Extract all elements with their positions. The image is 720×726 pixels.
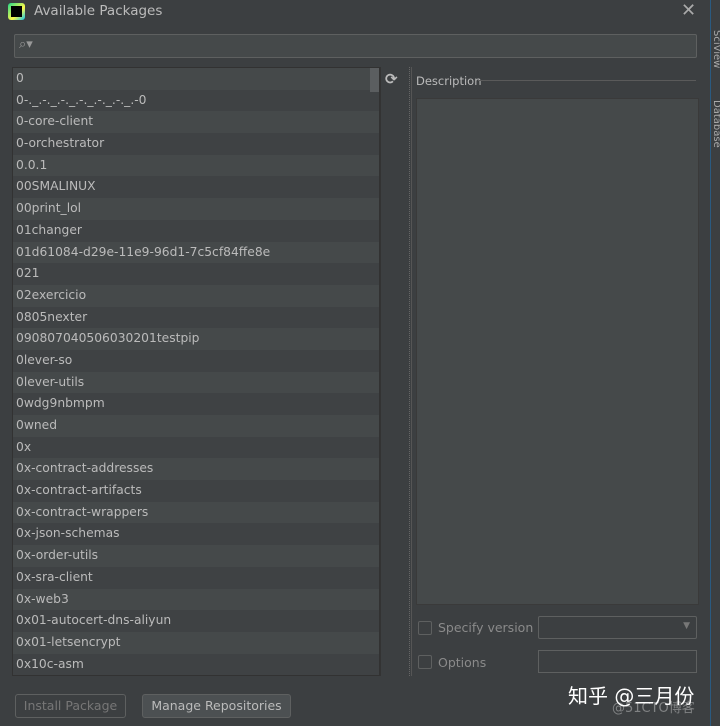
close-icon[interactable]: ✕ [681, 0, 696, 21]
package-list-item[interactable]: 0x-contract-addresses [13, 458, 379, 481]
package-list-item[interactable]: 02exercicio [13, 284, 379, 307]
side-tab-database[interactable]: Database [711, 100, 720, 148]
package-list-item[interactable]: 00print_lol [13, 198, 379, 220]
package-list-item[interactable]: 0x-json-schemas [13, 523, 379, 546]
list-toolbar [380, 67, 406, 676]
pycharm-logo-icon [8, 3, 25, 20]
package-list-item[interactable]: 01d61084-d29e-11e9-96d1-7c5cf84ffe8e [13, 241, 379, 264]
package-list-item[interactable]: 0-orchestrator [13, 133, 379, 155]
specify-version-label: Specify version [438, 620, 534, 635]
splitter[interactable] [409, 67, 412, 676]
package-list-item[interactable]: 0wdg9nbmpm [13, 393, 379, 415]
package-list-item[interactable]: 0805nexter [13, 306, 379, 329]
package-list-item[interactable]: 0x01-autocert-dns-aliyun [13, 610, 379, 632]
description-label: Description [416, 74, 482, 88]
chevron-down-icon: ▼ [683, 621, 690, 631]
install-package-button[interactable]: Install Package [15, 694, 126, 718]
package-list-item[interactable]: 01changer [13, 219, 379, 242]
options-input[interactable] [538, 650, 697, 673]
package-list-item[interactable]: 021 [13, 263, 379, 285]
window-title: Available Packages [34, 3, 163, 19]
package-list-item[interactable]: 0x-web3 [13, 588, 379, 611]
package-list-item[interactable]: 0x10c-asm [13, 653, 379, 675]
specify-version-checkbox[interactable] [418, 621, 432, 635]
package-list-item[interactable]: 0x-order-utils [13, 545, 379, 567]
manage-repositories-button[interactable]: Manage Repositories [142, 694, 291, 718]
package-list-item[interactable]: 0wned [13, 415, 379, 437]
side-tab-sciview[interactable]: SciView [711, 30, 720, 68]
package-list-item[interactable]: 0x [13, 436, 379, 459]
package-list-item[interactable]: 0.0.1 [13, 154, 379, 177]
package-list-item[interactable]: 0lever-utils [13, 371, 379, 394]
side-tool-strip: SciView Database [710, 0, 720, 726]
package-list-item[interactable]: 0 [13, 68, 379, 90]
watermark-sub: @51CTO博客 [612, 701, 695, 716]
package-list-item[interactable]: 0x01-letsencrypt [13, 631, 379, 654]
options-label: Options [438, 655, 487, 670]
package-list-item[interactable]: 0-core-client [13, 111, 379, 134]
search-input[interactable]: ⌕▾ [14, 34, 697, 58]
version-dropdown[interactable]: ▼ [538, 616, 697, 639]
package-list-item[interactable]: 0-._.-._.-._.-._.-._.-._.-0 [13, 89, 379, 112]
package-list[interactable]: 0 0-._.-._.-._.-._.-._.-._.-0 0-core-clien… [12, 67, 380, 676]
refresh-icon[interactable]: ⟳ [385, 70, 398, 88]
options-checkbox[interactable] [418, 655, 432, 669]
package-list-item[interactable]: 0x-contract-wrappers [13, 501, 379, 524]
package-list-item[interactable]: 0lever-so [13, 349, 379, 372]
package-list-item[interactable]: 090807040506030201testpip [13, 328, 379, 350]
list-scrollbar[interactable] [370, 68, 379, 92]
description-panel [416, 98, 699, 605]
description-separator [478, 80, 696, 81]
search-icon: ⌕▾ [19, 37, 33, 52]
package-list-item[interactable]: 0x-contract-artifacts [13, 480, 379, 502]
package-list-item[interactable]: 0x-sra-client [13, 566, 379, 589]
package-list-item[interactable]: 00SMALINUX [13, 176, 379, 199]
